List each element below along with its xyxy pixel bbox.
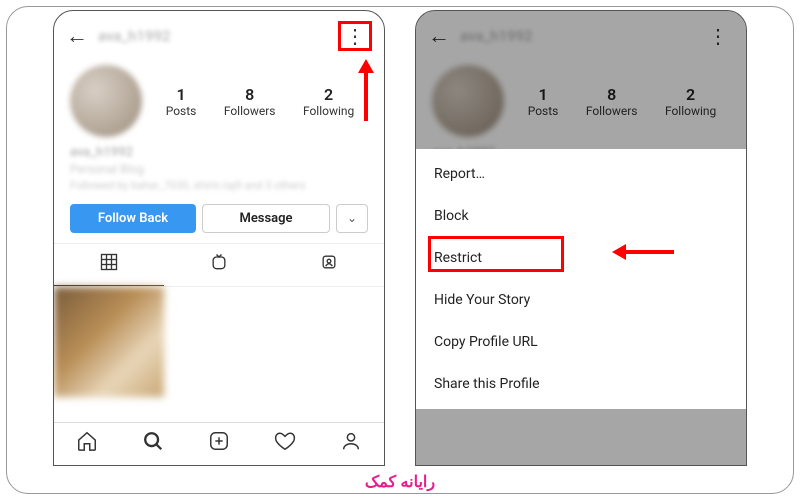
nav-search-icon[interactable] (142, 430, 164, 458)
stat-following[interactable]: 2 Following (303, 85, 354, 118)
follow-back-button[interactable]: Follow Back (70, 204, 196, 233)
nav-activity-icon[interactable] (274, 430, 296, 458)
tagged-icon (319, 252, 339, 272)
tab-igtv[interactable] (164, 244, 274, 286)
tab-tagged[interactable] (274, 244, 384, 286)
profile-action-row: Follow Back Message ⌄ (54, 194, 384, 243)
phone-profile-view: ← ava_h1992 ⋮ 1 Posts 8 Followers 2 Foll… (53, 10, 385, 466)
nav-profile-icon[interactable] (340, 430, 362, 458)
bio-category: Personal Blog (70, 162, 368, 178)
message-button[interactable]: Message (202, 204, 330, 233)
menu-hide-story[interactable]: Hide Your Story (416, 279, 747, 321)
grid-icon (99, 252, 119, 272)
profile-info-row: 1 Posts 8 Followers 2 Following (54, 61, 384, 145)
menu-block[interactable]: Block (416, 195, 747, 237)
post-thumbnail[interactable] (54, 287, 164, 397)
igtv-icon (209, 252, 229, 272)
bio-followed-by: Followed by bahar_7030, shirin.taj9 and … (70, 179, 368, 193)
menu-share-profile[interactable]: Share this Profile (416, 363, 747, 405)
stat-followers-count: 8 (224, 85, 276, 104)
more-options-icon[interactable]: ⋮ (338, 21, 372, 51)
stat-followers[interactable]: 8 Followers (224, 85, 276, 118)
profile-stats: 1 Posts 8 Followers 2 Following (152, 85, 368, 118)
annotation-highlight-restrict (428, 236, 564, 272)
phone-menu-view: ← ava_h1992 ⋮ 1 Posts 8 Followers 2 Foll… (415, 10, 747, 466)
nav-add-post-icon[interactable] (208, 430, 230, 458)
bio-block: ava_h1992 Personal Blog Followed by baha… (54, 145, 384, 194)
menu-report[interactable]: Report… (416, 153, 747, 195)
profile-tabs (54, 243, 384, 287)
stat-followers-label: Followers (224, 104, 276, 118)
posts-grid (54, 287, 384, 397)
watermark-logo: رایانه کمک (365, 472, 435, 492)
bio-name: ava_h1992 (70, 145, 368, 162)
stat-following-count: 2 (303, 85, 354, 104)
bottom-nav (54, 422, 384, 465)
profile-options-menu: Report… Block Restrict Hide Your Story C… (416, 149, 747, 409)
profile-username: ava_h1992 (98, 27, 338, 45)
stat-following-label: Following (303, 104, 354, 118)
back-icon[interactable]: ← (66, 23, 88, 49)
stat-posts-label: Posts (166, 104, 197, 118)
menu-copy-url[interactable]: Copy Profile URL (416, 321, 747, 363)
nav-home-icon[interactable] (76, 430, 98, 458)
tab-grid[interactable] (54, 244, 164, 286)
avatar[interactable] (70, 65, 142, 137)
profile-header: ← ava_h1992 ⋮ (54, 11, 384, 61)
stat-posts[interactable]: 1 Posts (166, 85, 197, 118)
suggestions-dropdown-button[interactable]: ⌄ (336, 204, 368, 233)
stat-posts-count: 1 (166, 85, 197, 104)
